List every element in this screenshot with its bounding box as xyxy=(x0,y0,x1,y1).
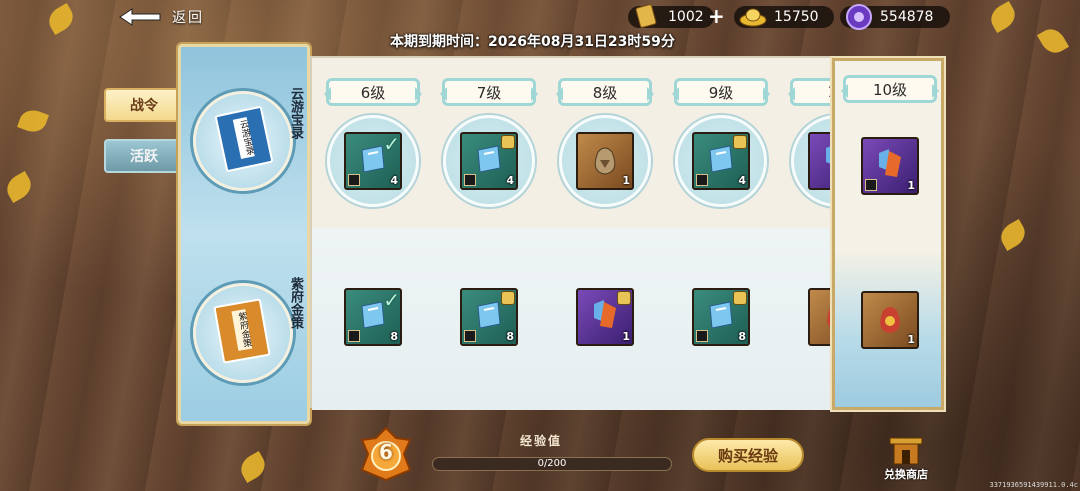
shop-gate-icon xyxy=(889,437,923,465)
exp-text: 0/200 xyxy=(537,458,567,469)
season-expire-text: 本期到期时间：2026年08月31日23时59分 xyxy=(390,34,675,50)
item-count: 8 xyxy=(390,330,398,343)
currency-value: 554878 xyxy=(880,9,934,25)
jade-shield-icon xyxy=(709,145,733,173)
premium-track-medallion[interactable]: 紫府金策 xyxy=(193,283,293,383)
item-count: 1 xyxy=(622,174,630,187)
equipment-set-icon xyxy=(594,300,616,328)
reward-item[interactable]: 1 xyxy=(576,288,634,346)
exp-title: 经验值 xyxy=(520,434,563,448)
blue-book-icon: 云游宝录 xyxy=(214,105,274,173)
purple-gem-icon xyxy=(844,2,874,30)
pass-tracks-card: 云游宝录 云游宝录 紫府金策 紫府金策 xyxy=(178,44,310,424)
reward-item[interactable]: 1 xyxy=(861,137,919,195)
level-tag: 7级 xyxy=(440,78,538,106)
lock-icon xyxy=(733,135,747,149)
jade-shield-icon xyxy=(477,145,501,173)
premium-track-label: 紫府金策 xyxy=(288,277,303,329)
free-track-label: 云游宝录 xyxy=(288,87,303,139)
item-count: 1 xyxy=(907,179,915,192)
hourglass-icon xyxy=(464,330,476,342)
reward-item[interactable]: 4 xyxy=(692,132,750,190)
reward-item[interactable]: ✓ 8 xyxy=(344,288,402,346)
back-label: 返回 xyxy=(172,10,204,26)
reward-item[interactable]: ✓ 4 xyxy=(344,132,402,190)
version-text: 3371936591439911.0.4c xyxy=(989,481,1078,489)
book-title: 云游宝录 xyxy=(232,117,255,160)
currency-gold-ingot: 15750 xyxy=(734,6,834,28)
buy-exp-button[interactable]: 购买经验 xyxy=(692,438,804,472)
item-count: 8 xyxy=(738,330,746,343)
lock-icon xyxy=(733,291,747,305)
item-count: 4 xyxy=(506,174,514,187)
lock-icon xyxy=(617,291,631,305)
item-count: 4 xyxy=(738,174,746,187)
lock-icon xyxy=(501,291,515,305)
next-milestone-preview: 10级 1 1 xyxy=(832,58,944,410)
item-count: 1 xyxy=(907,333,915,346)
back-arrow-icon xyxy=(118,7,162,27)
claimed-check-icon: ✓ xyxy=(383,132,400,156)
exchange-shop-button[interactable]: 兑换商店 xyxy=(876,430,936,482)
reward-item[interactable]: 1 xyxy=(576,132,634,190)
current-level: 6 xyxy=(379,440,393,464)
tab-activity[interactable]: 活跃 xyxy=(104,139,184,173)
shop-label: 兑换商店 xyxy=(884,468,928,481)
claimed-check-icon: ✓ xyxy=(383,288,400,312)
current-level-badge: 6 xyxy=(356,426,416,482)
rewards-panel: 6级✓4✓87级488级119级4810 xyxy=(310,56,886,410)
reward-item[interactable]: 1 xyxy=(861,291,919,349)
hourglass-icon xyxy=(696,330,708,342)
fortune-bag-icon xyxy=(880,307,900,333)
level-tag: 6级 xyxy=(324,78,422,106)
jade-shield-icon xyxy=(709,301,733,329)
hourglass-icon xyxy=(348,174,360,186)
level-tag: 9级 xyxy=(672,78,770,106)
currency-value: 15750 xyxy=(774,9,819,25)
equipment-set-icon xyxy=(879,149,901,177)
back-button[interactable]: 返回 xyxy=(118,4,228,30)
lock-icon xyxy=(501,135,515,149)
ticket-icon xyxy=(632,2,662,30)
book-title: 紫府金策 xyxy=(231,309,253,351)
hourglass-icon xyxy=(464,174,476,186)
preview-level-tag: 10级 xyxy=(841,75,939,103)
item-count: 8 xyxy=(506,330,514,343)
item-count: 1 xyxy=(622,330,630,343)
hourglass-icon xyxy=(348,330,360,342)
reward-item[interactable]: 8 xyxy=(692,288,750,346)
treasure-bag-icon xyxy=(594,147,616,175)
reward-item[interactable]: 8 xyxy=(460,288,518,346)
add-ticket-button[interactable]: + xyxy=(708,4,725,28)
jade-shield-icon xyxy=(477,301,501,329)
currency-value: 1002 xyxy=(668,9,704,25)
item-count: 4 xyxy=(390,174,398,187)
hourglass-icon xyxy=(696,174,708,186)
gold-ingot-icon xyxy=(738,2,768,30)
free-track-medallion[interactable]: 云游宝录 xyxy=(193,91,293,191)
orange-book-icon: 紫府金策 xyxy=(213,298,271,364)
currency-ticket: 1002 xyxy=(628,4,714,28)
currency-purple-gem: 554878 xyxy=(840,4,950,30)
reward-item[interactable]: 4 xyxy=(460,132,518,190)
hourglass-icon xyxy=(865,179,877,191)
tab-battle-pass[interactable]: 战令 xyxy=(104,88,184,122)
level-tag: 8级 xyxy=(556,78,654,106)
